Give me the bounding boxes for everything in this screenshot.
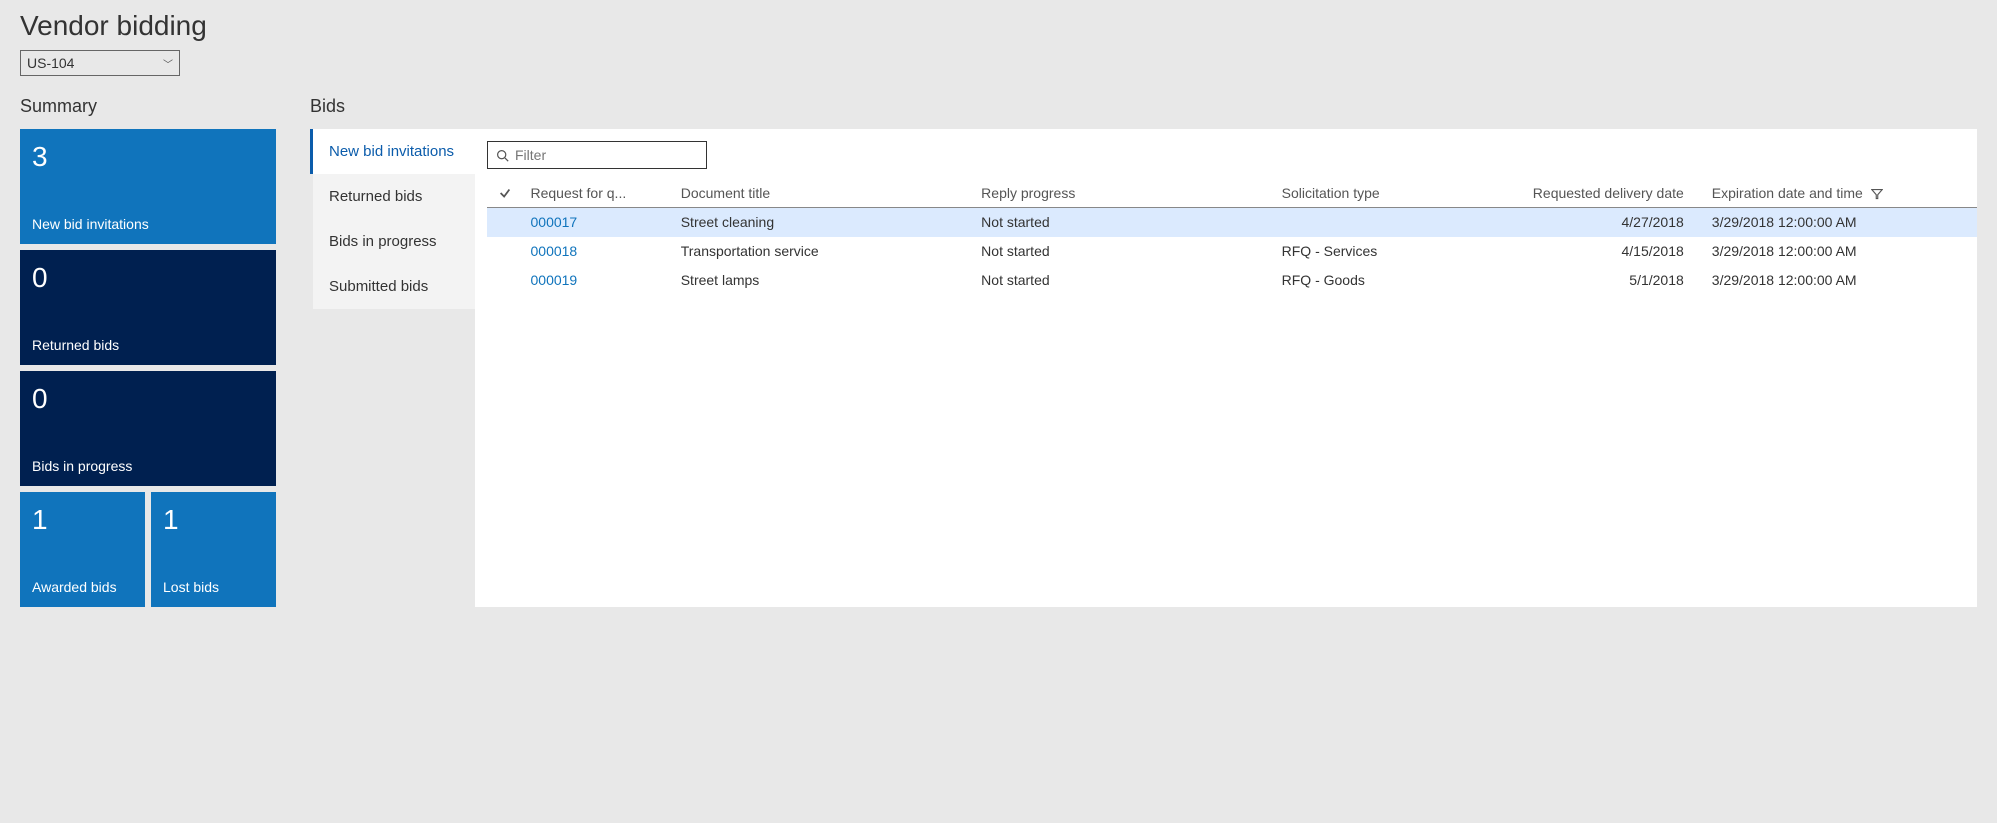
request-link[interactable]: 000019 xyxy=(531,272,578,288)
tile-count: 1 xyxy=(32,504,133,536)
tile-count: 3 xyxy=(32,141,264,173)
table-cell: Street lamps xyxy=(673,266,973,295)
tile-label: Lost bids xyxy=(163,579,264,595)
table-cell: 000019 xyxy=(523,266,673,295)
summary-tile[interactable]: 1 Lost bids xyxy=(151,492,276,607)
table-cell: Not started xyxy=(973,237,1273,266)
table-cell: 000018 xyxy=(523,237,673,266)
table-cell: 4/27/2018 xyxy=(1499,208,1704,237)
side-nav-item[interactable]: Submitted bids xyxy=(313,264,475,309)
summary-title: Summary xyxy=(20,96,280,117)
table-cell: 3/29/2018 12:00:00 AM xyxy=(1704,266,1977,295)
filter-box[interactable] xyxy=(487,141,707,169)
side-nav-item[interactable]: Returned bids xyxy=(313,174,475,219)
table-cell: RFQ - Services xyxy=(1274,237,1499,266)
side-nav-item[interactable]: Bids in progress xyxy=(313,219,475,264)
tile-count: 0 xyxy=(32,262,264,294)
column-exp[interactable]: Expiration date and time xyxy=(1704,179,1977,208)
tile-count: 0 xyxy=(32,383,264,415)
chevron-down-icon: ﹀ xyxy=(163,56,173,71)
table-row[interactable]: 000018 Transportation serviceNot startedR… xyxy=(487,237,1977,266)
filter-input[interactable] xyxy=(515,147,698,163)
column-date[interactable]: Requested delivery date xyxy=(1499,179,1704,208)
table-cell: 000017 xyxy=(523,208,673,237)
column-reply[interactable]: Reply progress xyxy=(973,179,1273,208)
table-cell: Not started xyxy=(973,266,1273,295)
table-row[interactable]: 000017 Street cleaningNot started 4/27/201… xyxy=(487,208,1977,237)
summary-tile[interactable]: 0 Bids in progress xyxy=(20,371,276,486)
table-cell: 3/29/2018 12:00:00 AM xyxy=(1704,237,1977,266)
tile-label: New bid invitations xyxy=(32,216,264,232)
page-title: Vendor bidding xyxy=(20,10,1977,42)
table-cell xyxy=(1274,208,1499,237)
summary-tile[interactable]: 3 New bid invitations xyxy=(20,129,276,244)
search-icon xyxy=(496,149,509,162)
table-cell: RFQ - Goods xyxy=(1274,266,1499,295)
bids-table: Request for q... Document title Reply pr… xyxy=(487,179,1977,295)
column-sol[interactable]: Solicitation type xyxy=(1274,179,1499,208)
summary-tile[interactable]: 0 Returned bids xyxy=(20,250,276,365)
entity-dropdown-value: US-104 xyxy=(27,55,74,71)
column-title[interactable]: Document title xyxy=(673,179,973,208)
filter-icon xyxy=(1871,188,1883,200)
table-cell xyxy=(487,237,523,266)
summary-tile[interactable]: 1 Awarded bids xyxy=(20,492,145,607)
table-cell xyxy=(487,208,523,237)
table-cell: 5/1/2018 xyxy=(1499,266,1704,295)
entity-dropdown[interactable]: US-104 ﹀ xyxy=(20,50,180,76)
tile-label: Returned bids xyxy=(32,337,264,353)
column-select[interactable] xyxy=(487,179,523,208)
table-cell: 4/15/2018 xyxy=(1499,237,1704,266)
table-cell: Transportation service xyxy=(673,237,973,266)
table-cell: Not started xyxy=(973,208,1273,237)
request-link[interactable]: 000018 xyxy=(531,243,578,259)
request-link[interactable]: 000017 xyxy=(531,214,578,230)
table-row[interactable]: 000019 Street lampsNot startedRFQ - Goods… xyxy=(487,266,1977,295)
column-request[interactable]: Request for q... xyxy=(523,179,673,208)
table-cell: Street cleaning xyxy=(673,208,973,237)
bids-title: Bids xyxy=(310,96,1977,117)
tile-label: Awarded bids xyxy=(32,579,133,595)
check-icon xyxy=(498,186,512,200)
table-cell: 3/29/2018 12:00:00 AM xyxy=(1704,208,1977,237)
tile-label: Bids in progress xyxy=(32,458,264,474)
tile-count: 1 xyxy=(163,504,264,536)
table-cell xyxy=(487,266,523,295)
side-nav-item[interactable]: New bid invitations xyxy=(310,129,475,174)
column-exp-label: Expiration date and time xyxy=(1712,185,1863,201)
